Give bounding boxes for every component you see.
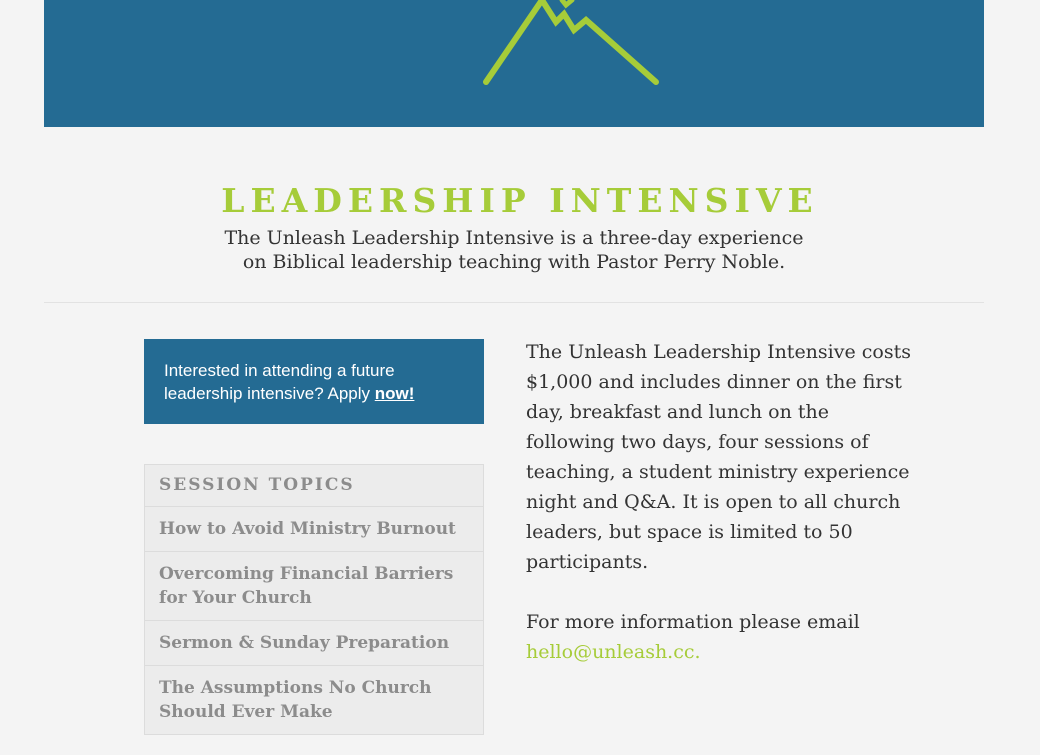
page-subtitle: The Unleash Leadership Intensive is a th…: [200, 226, 828, 274]
mountain-logo-icon: [483, 0, 659, 85]
topic-item[interactable]: How to Avoid Ministry Burnout: [145, 507, 483, 552]
header-banner: [44, 0, 984, 127]
details-text: The Unleash Leadership Intensive costs $…: [526, 337, 916, 697]
email-link[interactable]: hello@unleash.cc.: [526, 641, 701, 663]
apply-callout: Interested in attending a future leaders…: [144, 339, 484, 424]
session-topics-panel: SESSION TOPICS How to Avoid Ministry Bur…: [144, 464, 484, 735]
subtitle-line: The Unleash Leadership Intensive is a th…: [224, 227, 804, 249]
topic-item[interactable]: Sermon & Sunday Preparation: [145, 621, 483, 666]
contact-text: For more information please email: [526, 611, 860, 633]
apply-text: Interested in attending a future leaders…: [164, 361, 395, 403]
details-paragraph: The Unleash Leadership Intensive costs $…: [526, 341, 911, 573]
contact-paragraph: For more information please email hello@…: [526, 607, 916, 667]
section-divider: [44, 302, 984, 303]
session-topics-heading: SESSION TOPICS: [145, 465, 483, 507]
subtitle-line: on Biblical leadership teaching with Pas…: [242, 251, 786, 273]
apply-now-link[interactable]: now!: [375, 384, 415, 403]
topic-item[interactable]: Overcoming Financial Barriers for Your C…: [145, 552, 483, 621]
page-title: LEADERSHIP INTENSIVE: [221, 181, 819, 220]
topic-item[interactable]: The Assumptions No Church Should Ever Ma…: [145, 666, 483, 734]
